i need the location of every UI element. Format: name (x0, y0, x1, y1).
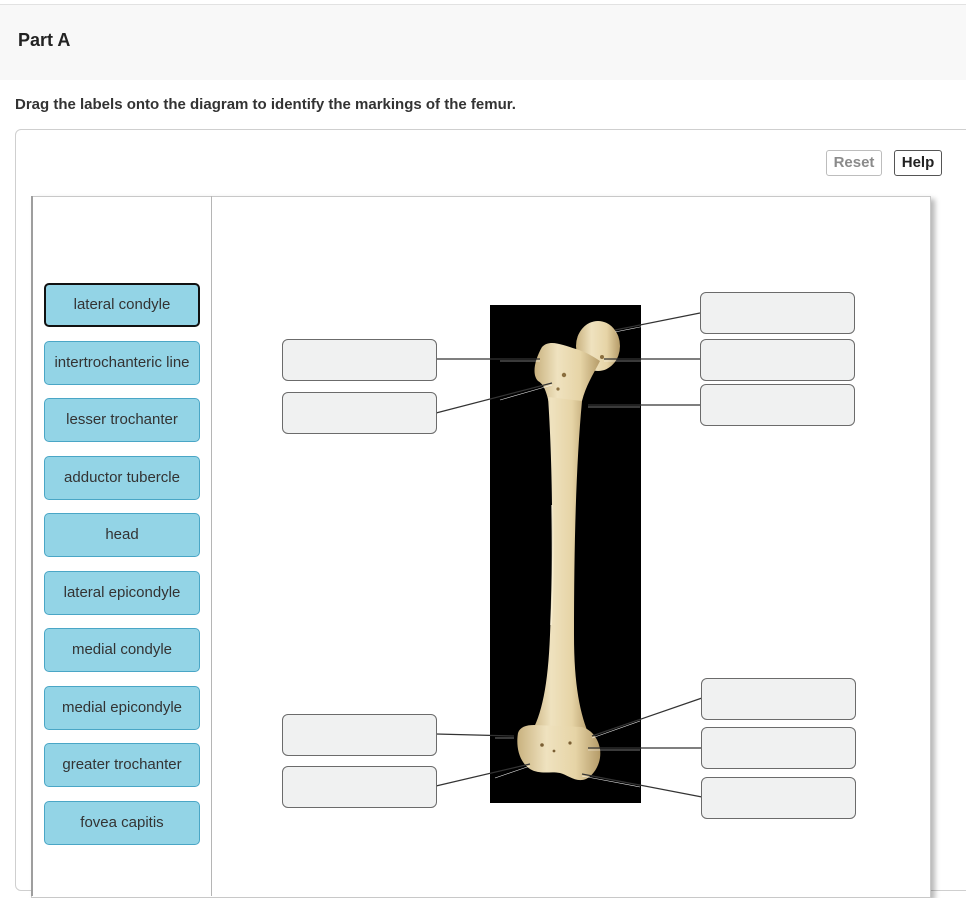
reset-button[interactable]: Reset (826, 150, 882, 176)
label-greater-trochanter[interactable]: greater trochanter (44, 743, 200, 787)
label-fovea-capitis[interactable]: fovea capitis (44, 801, 200, 845)
label-lateral-epicondyle[interactable]: lateral epicondyle (44, 571, 200, 615)
drop-target-right-2[interactable] (700, 339, 855, 381)
drop-target-right-6[interactable] (701, 777, 856, 819)
femur-image (490, 305, 641, 803)
label-head[interactable]: head (44, 513, 200, 557)
label-medial-condyle[interactable]: medial condyle (44, 628, 200, 672)
instructions-text: Drag the labels onto the diagram to iden… (15, 96, 516, 113)
label-lesser-trochanter[interactable]: lesser trochanter (44, 398, 200, 442)
drop-target-right-3[interactable] (700, 384, 855, 426)
label-medial-epicondyle[interactable]: medial epicondyle (44, 686, 200, 730)
part-header: Part A (0, 5, 966, 80)
part-title: Part A (18, 30, 71, 50)
drop-target-left-2[interactable] (282, 392, 437, 434)
label-adductor-tubercle[interactable]: adductor tubercle (44, 456, 200, 500)
help-button[interactable]: Help (894, 150, 942, 176)
drop-target-left-4[interactable] (282, 766, 437, 808)
drop-target-right-1[interactable] (700, 292, 855, 334)
drop-target-left-3[interactable] (282, 714, 437, 756)
femur-bone-illustration (517, 321, 620, 781)
drop-target-left-1[interactable] (282, 339, 437, 381)
drop-target-right-5[interactable] (701, 727, 856, 769)
label-intertrochanteric-line[interactable]: intertrochanteric line (44, 341, 200, 385)
drop-target-right-4[interactable] (701, 678, 856, 720)
label-lateral-condyle[interactable]: lateral condyle (44, 283, 200, 327)
